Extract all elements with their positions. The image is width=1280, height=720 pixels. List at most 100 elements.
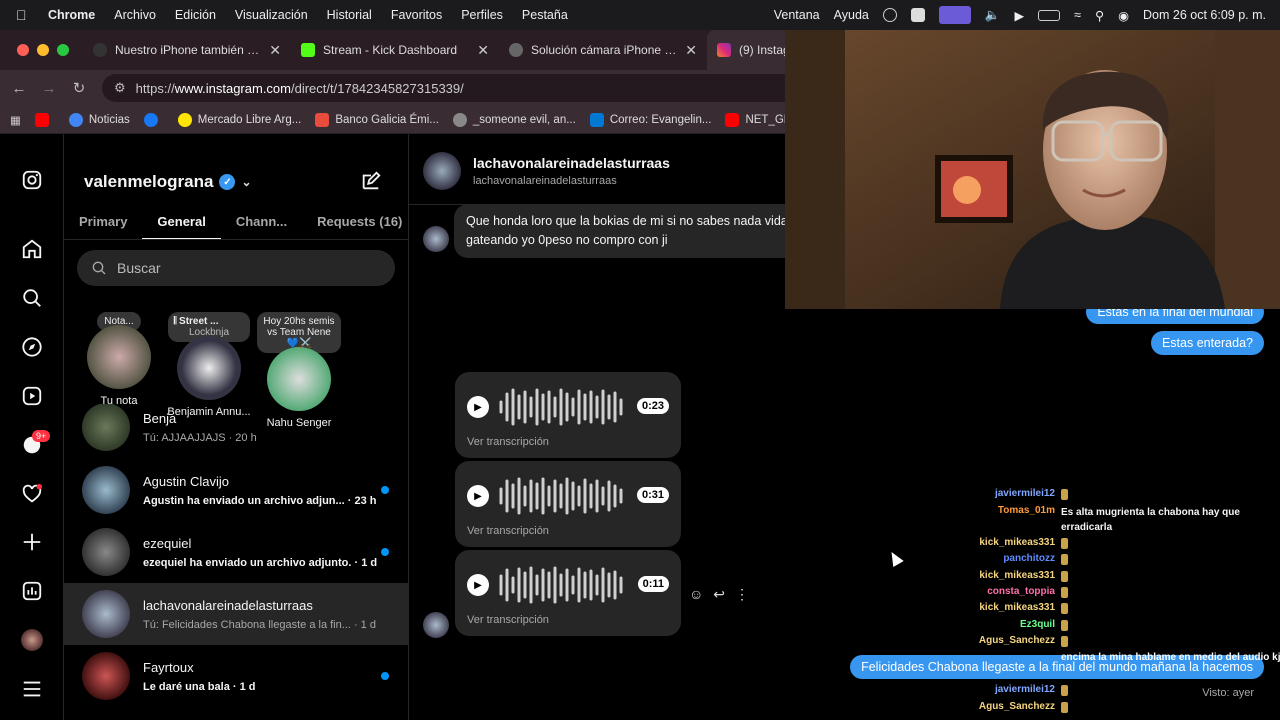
dashboard-chart-icon[interactable] — [20, 579, 44, 603]
maximize-window-button[interactable] — [57, 44, 69, 56]
note-benjamin[interactable]: 𝄃 Street ... Lockbnja Benjamin Annu... — [164, 312, 254, 418]
search-icon — [92, 261, 106, 275]
menu-historial[interactable]: Historial — [327, 8, 372, 22]
view-transcript-link[interactable]: Ver transcripción — [467, 614, 549, 626]
thread-name: Fayrtoux — [143, 659, 194, 675]
chat-username: panchitozz — [1003, 553, 1055, 564]
browser-tab[interactable]: Nuestro iPhone también será ✕ — [83, 30, 291, 70]
app-status-icon[interactable] — [910, 8, 925, 22]
reply-icon[interactable]: ↩ — [713, 586, 725, 603]
apps-grid-icon[interactable]: ▦ — [10, 113, 21, 127]
battery-icon[interactable] — [1038, 9, 1061, 21]
youtube-icon — [34, 112, 49, 127]
voice-message[interactable]: ▶ 0:11 Ver transcripción — [455, 550, 681, 636]
play-status-icon[interactable]: ▶ — [1014, 8, 1024, 23]
unread-dot — [381, 672, 389, 680]
note-nahu[interactable]: Hoy 20hs semis vs Team Nene💙⚔️ Nahu Seng… — [256, 312, 342, 429]
site-settings-icon[interactable]: ⚙ — [114, 80, 126, 96]
bookmark-youtube[interactable] — [34, 112, 55, 127]
table-row[interactable]: ezequiel ezequiel ha enviado un archivo … — [64, 521, 408, 583]
browser-tab[interactable]: Solución cámara iPhone Mac ✕ — [499, 30, 707, 70]
voice-message[interactable]: ▶ 0:23 Ver transcripción — [455, 372, 681, 458]
note-own[interactable]: Nota... Tu nota — [84, 312, 154, 407]
bookmark-mercadolibre[interactable]: Mercado Libre Arg... — [177, 112, 302, 127]
chat-username: Tomas_01m — [997, 505, 1055, 516]
close-tab-icon[interactable]: ✕ — [685, 42, 697, 59]
bookmark-someone-evil[interactable]: _someone evil, an... — [452, 112, 576, 127]
bookmark-galicia[interactable]: Banco Galicia Émi... — [315, 112, 439, 127]
menu-favoritos[interactable]: Favoritos — [391, 8, 442, 22]
bookmark-noticias[interactable]: Noticias — [68, 112, 130, 127]
creative-cloud-icon[interactable] — [882, 8, 897, 22]
more-menu-icon[interactable] — [20, 677, 44, 701]
url-prefix: https:// — [135, 80, 175, 96]
menu-archivo[interactable]: Archivo — [114, 8, 156, 22]
control-center-icon[interactable]: ◉ — [1118, 8, 1129, 23]
create-plus-icon[interactable] — [20, 530, 44, 554]
tab-general[interactable]: General — [142, 206, 221, 239]
browser-tab[interactable]: Stream - Kick Dashboard ✕ — [291, 30, 499, 70]
reels-icon[interactable] — [20, 384, 44, 408]
table-row-selected[interactable]: lachavonalareinadelasturraas Tú: Felicid… — [64, 583, 408, 645]
menu-app-name[interactable]: Chrome — [48, 8, 95, 22]
menu-perfiles[interactable]: Perfiles — [461, 8, 503, 22]
webcam-overlay — [785, 30, 1280, 309]
view-transcript-link[interactable]: Ver transcripción — [467, 436, 549, 448]
search-icon[interactable] — [20, 286, 44, 310]
notifications-heart-icon[interactable] — [20, 482, 44, 506]
table-row[interactable]: Agustin Clavijo Agustin ha enviado un ar… — [64, 459, 408, 521]
apple-icon[interactable]:  — [16, 7, 30, 23]
bookmark-correo[interactable]: Correo: Evangelin... — [589, 112, 711, 127]
google-icon — [68, 112, 83, 127]
chat-username: Agus_Sanchezz — [978, 635, 1055, 646]
tab-requests[interactable]: Requests (16) — [302, 206, 408, 239]
tab-primary[interactable]: Primary — [64, 206, 142, 239]
bookmark-label: Mercado Libre Arg... — [197, 113, 302, 126]
reload-icon[interactable]: ↻ — [64, 79, 94, 97]
close-tab-icon[interactable]: ✕ — [269, 42, 281, 59]
view-transcript-link[interactable]: Ver transcripción — [467, 525, 549, 537]
menu-ayuda[interactable]: Ayuda — [834, 8, 869, 22]
waveform-icon — [499, 566, 623, 604]
volume-icon[interactable]: 🔈 — [985, 8, 1001, 23]
play-icon[interactable]: ▶ — [467, 574, 489, 596]
back-arrow-icon[interactable]: ← — [4, 80, 34, 97]
thread-preview: Tú: Felicidades Chabona llegaste a la fi… — [143, 618, 376, 631]
screen-share-icon[interactable] — [938, 6, 971, 24]
voice-message[interactable]: ▶ 0:31 Ver transcripción — [455, 461, 681, 547]
badge-icon — [1061, 489, 1068, 500]
menu-visualizacion[interactable]: Visualización — [235, 8, 308, 22]
play-icon[interactable]: ▶ — [467, 485, 489, 507]
search-input[interactable]: Buscar — [77, 250, 395, 286]
bookmark-facebook[interactable] — [143, 112, 164, 127]
play-icon[interactable]: ▶ — [467, 396, 489, 418]
menu-pestana[interactable]: Pestaña — [522, 8, 568, 22]
home-icon[interactable] — [20, 237, 44, 261]
table-row[interactable]: Fayrtoux Le daré una bala · 1 d — [64, 645, 408, 707]
chat-username: javiermilei12 — [994, 684, 1055, 695]
menubar-clock[interactable]: Dom 26 oct 6:09 p. m. — [1143, 8, 1266, 22]
tab-channels[interactable]: Chann... — [221, 206, 302, 239]
react-emoji-icon[interactable]: ☺ — [689, 586, 703, 603]
messages-badge: 9+ — [32, 430, 51, 442]
forward-arrow-icon[interactable]: → — [34, 80, 64, 97]
search-icon[interactable]: ⚲ — [1095, 8, 1104, 23]
more-options-icon[interactable]: ⋮ — [735, 586, 749, 603]
menu-ventana[interactable]: Ventana — [774, 8, 820, 22]
conversation-header[interactable]: lachavonalareinadelasturraas lachavonala… — [423, 152, 670, 190]
instagram-logo-icon[interactable] — [20, 168, 44, 192]
explore-compass-icon[interactable] — [20, 335, 44, 359]
close-tab-icon[interactable]: ✕ — [477, 42, 489, 59]
minimize-window-button[interactable] — [37, 44, 49, 56]
menu-edicion[interactable]: Edición — [175, 8, 216, 22]
wifi-icon[interactable]: ≈ — [1074, 8, 1081, 22]
profile-avatar[interactable] — [20, 628, 44, 652]
avatar — [423, 226, 449, 252]
outgoing-message[interactable]: Estas enterada? — [1150, 331, 1264, 355]
inbox-panel: valenmelograna ✓ ⌄ Primary General Chann… — [64, 134, 409, 720]
thread-name: Agustin Clavijo — [143, 473, 229, 489]
close-window-button[interactable] — [17, 44, 29, 56]
avatar — [82, 466, 130, 514]
account-switcher[interactable]: valenmelograna ✓ ⌄ — [84, 172, 252, 192]
new-message-icon[interactable] — [360, 170, 382, 198]
